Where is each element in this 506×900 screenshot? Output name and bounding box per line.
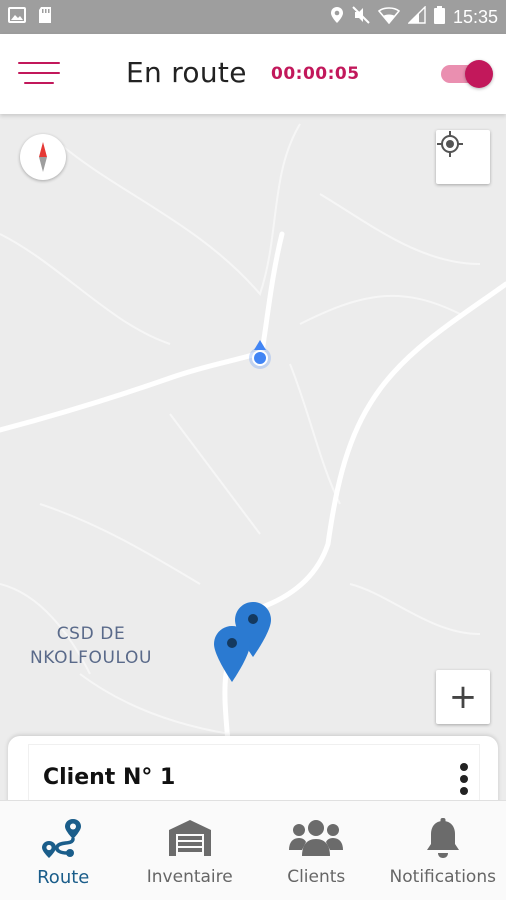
menu-icon-line xyxy=(24,82,54,84)
more-options-button[interactable] xyxy=(457,763,471,799)
nav-notifications-label: Notifications xyxy=(389,867,496,887)
place-label-line: NKOLFOULOU xyxy=(29,648,153,668)
nav-notifications[interactable]: Notifications xyxy=(380,801,506,900)
toggle-knob xyxy=(465,60,493,88)
kebab-dot xyxy=(460,763,468,771)
menu-icon-line xyxy=(18,62,60,64)
client-card-body: Client N° 1 xyxy=(28,744,480,804)
crosshair-icon xyxy=(437,131,463,157)
app-screen: 15:35 En route 00:00:05 + CSD DE NKOLFOU… xyxy=(0,0,506,900)
bottom-navigation: Route Inventaire Clients Notifications xyxy=(0,800,506,900)
nav-inventaire[interactable]: Inventaire xyxy=(127,801,254,900)
compass-button[interactable] xyxy=(20,134,66,180)
nav-clients-label: Clients xyxy=(287,867,346,887)
bell-icon xyxy=(415,815,471,861)
tracking-toggle[interactable] xyxy=(441,60,493,88)
app-header: En route 00:00:05 xyxy=(0,34,506,114)
location-icon xyxy=(330,6,344,29)
place-label-line: CSD DE xyxy=(56,624,126,644)
status-time: 15:35 xyxy=(452,6,498,27)
nav-clients[interactable]: Clients xyxy=(253,801,380,900)
wifi-icon xyxy=(377,6,401,29)
map-roads xyxy=(0,123,506,804)
nav-route[interactable]: Route xyxy=(0,801,127,900)
nav-inventaire-label: Inventaire xyxy=(146,867,233,887)
compass-icon xyxy=(39,142,47,172)
image-icon xyxy=(8,6,26,28)
client-pin xyxy=(214,626,250,682)
garage-icon xyxy=(162,815,218,861)
kebab-dot xyxy=(460,775,468,783)
my-location-button[interactable] xyxy=(436,130,490,184)
menu-button[interactable] xyxy=(18,60,62,90)
users-icon xyxy=(288,815,344,861)
signal-icon xyxy=(407,4,426,29)
zoom-in-button[interactable]: + xyxy=(436,670,490,724)
battery-icon xyxy=(433,5,445,29)
kebab-dot xyxy=(460,787,468,795)
map-view[interactable]: + CSD DE NKOLFOULOU xyxy=(0,114,506,804)
page-title: En route xyxy=(126,56,247,89)
user-location-marker xyxy=(249,340,271,369)
sd-card-icon xyxy=(38,6,52,29)
trip-timer: 00:00:05 xyxy=(271,64,360,84)
map-place-label: CSD DE NKOLFOULOU xyxy=(26,622,156,670)
client-title: Client N° 1 xyxy=(43,765,176,790)
nav-route-label: Route xyxy=(37,867,90,888)
mute-icon xyxy=(352,5,370,29)
route-icon xyxy=(35,815,91,861)
status-bar: 15:35 xyxy=(0,0,506,34)
menu-icon-line xyxy=(18,72,60,74)
